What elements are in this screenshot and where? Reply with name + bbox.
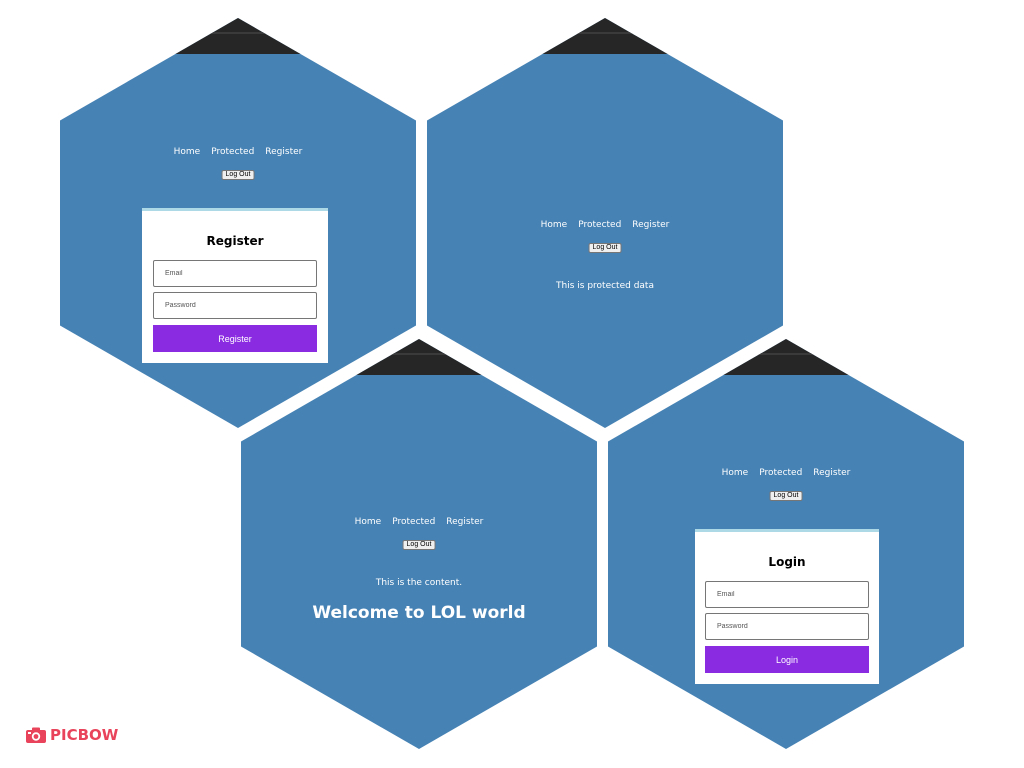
nav-bar: Home Protected Register: [241, 517, 597, 527]
nav-link-home[interactable]: Home: [541, 220, 568, 230]
nav-link-register[interactable]: Register: [813, 468, 850, 478]
nav-bar: Home Protected Register: [60, 147, 416, 157]
login-submit-button[interactable]: Login: [705, 646, 869, 673]
nav-link-register[interactable]: Register: [446, 517, 483, 527]
watermark-text: PICBOW: [50, 726, 119, 744]
register-title: Register: [206, 234, 264, 248]
password-field[interactable]: [705, 613, 869, 640]
protected-screen-panel: Home Protected Register Log Out This is …: [427, 18, 783, 428]
register-screen-panel: Home Protected Register Log Out Register…: [60, 18, 416, 428]
nav-link-protected[interactable]: Protected: [211, 147, 254, 157]
login-screen-panel: Home Protected Register Log Out Login Lo…: [608, 339, 964, 749]
logout-button[interactable]: Log Out: [588, 243, 622, 253]
nav-link-home[interactable]: Home: [722, 468, 749, 478]
nav-bar: Home Protected Register: [608, 468, 964, 478]
camera-logo-icon: [26, 727, 46, 743]
register-card: Register Register: [142, 208, 328, 363]
nav-link-home[interactable]: Home: [355, 517, 382, 527]
email-field[interactable]: [705, 581, 869, 608]
nav-link-home[interactable]: Home: [174, 147, 201, 157]
nav-link-protected[interactable]: Protected: [392, 517, 435, 527]
home-screen-panel: Home Protected Register Log Out This is …: [241, 339, 597, 749]
email-field[interactable]: [153, 260, 317, 287]
nav-link-register[interactable]: Register: [632, 220, 669, 230]
protected-message: This is protected data: [556, 281, 654, 291]
logout-button[interactable]: Log Out: [769, 491, 803, 501]
login-title: Login: [768, 555, 806, 569]
welcome-heading: Welcome to LOL world: [312, 603, 526, 623]
nav-link-register[interactable]: Register: [265, 147, 302, 157]
content-text: This is the content.: [375, 578, 463, 588]
nav-link-protected[interactable]: Protected: [759, 468, 802, 478]
nav-link-protected[interactable]: Protected: [578, 220, 621, 230]
browser-top-bar: [60, 18, 416, 54]
picbow-watermark: PICBOW: [25, 726, 118, 744]
register-submit-button[interactable]: Register: [153, 325, 317, 352]
logout-button[interactable]: Log Out: [221, 170, 255, 180]
login-card: Login Login: [695, 529, 879, 684]
browser-top-bar: [427, 18, 783, 54]
nav-bar: Home Protected Register: [427, 220, 783, 230]
logout-button[interactable]: Log Out: [402, 540, 436, 550]
password-field[interactable]: [153, 292, 317, 319]
